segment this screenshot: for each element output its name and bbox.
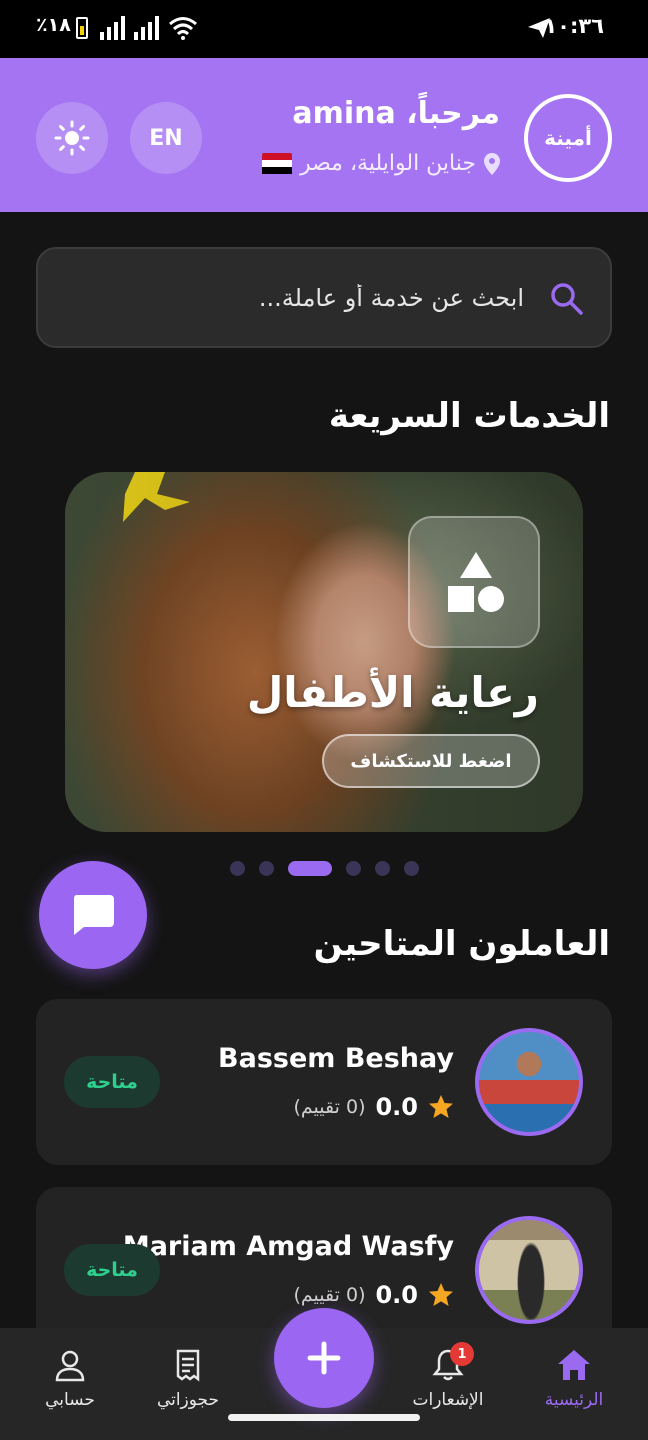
status-badge: متاحة — [64, 1244, 160, 1296]
star-icon — [429, 1283, 453, 1306]
search-input[interactable] — [124, 273, 524, 323]
worker-rating: 0.0 (0 تقييم) — [294, 1281, 455, 1309]
location-pin-icon — [484, 152, 500, 175]
avatar — [475, 1216, 583, 1324]
nav-item-home[interactable]: الرئيسية — [514, 1348, 634, 1428]
status-time: ١٠:٣٦ — [544, 14, 604, 38]
location-text: جناين الوايلية، مصر — [299, 151, 476, 176]
home-indicator — [228, 1414, 420, 1421]
explore-button[interactable]: اضغط للاستكشاف — [322, 734, 540, 788]
signal-icon — [100, 16, 125, 40]
available-workers-title: العاملون المتاحين — [313, 924, 610, 964]
sun-icon — [54, 120, 90, 156]
worker-name: Mariam Amgad Wasfy — [122, 1231, 454, 1262]
service-carousel-slide[interactable]: رعاية الأطفال اضغط للاستكشاف — [65, 472, 583, 832]
battery-icon — [76, 17, 88, 39]
nav-label: الرئيسية — [544, 1390, 604, 1410]
app-logo: أمينة — [524, 94, 612, 182]
language-toggle-button[interactable]: EN — [130, 102, 202, 174]
worker-rating: 0.0 (0 تقييم) — [294, 1093, 455, 1121]
quick-services-title: الخدمات السريعة — [328, 396, 610, 436]
service-title: رعاية الأطفال — [246, 668, 539, 717]
rating-value: 0.0 — [375, 1093, 418, 1121]
worker-card[interactable]: Bassem Beshay 0.0 (0 تقييم) متاحة — [36, 999, 612, 1165]
chat-button[interactable] — [39, 861, 147, 969]
search-icon[interactable] — [550, 282, 584, 316]
nav-item-account[interactable]: حسابي — [10, 1348, 130, 1428]
user-icon — [55, 1350, 85, 1382]
carousel-dot[interactable] — [230, 860, 245, 876]
rating-value: 0.0 — [375, 1281, 418, 1309]
rating-count: (0 تقييم) — [293, 1284, 366, 1306]
search-bar[interactable] — [36, 247, 612, 348]
greeting-text: مرحباً، amina — [292, 96, 500, 131]
carousel-dot[interactable] — [375, 860, 390, 876]
signal-icon — [134, 16, 159, 40]
egypt-flag-icon — [261, 152, 292, 175]
nav-label: حسابي — [45, 1390, 95, 1410]
home-icon — [558, 1350, 590, 1380]
nav-label: الإشعارات — [412, 1390, 484, 1410]
chat-icon — [73, 895, 114, 935]
shapes-icon — [448, 552, 504, 612]
rating-count: (0 تقييم) — [293, 1096, 366, 1118]
nav-label: حجوزاتي — [156, 1390, 220, 1410]
battery-percentage: ٪١٨ — [36, 14, 71, 36]
notification-badge: 1 — [450, 1342, 474, 1366]
service-icon-box — [408, 516, 540, 648]
receipt-icon — [176, 1349, 200, 1382]
carousel-pagination — [230, 860, 419, 876]
carousel-dot[interactable] — [259, 860, 274, 876]
avatar — [475, 1028, 583, 1136]
add-button[interactable] — [274, 1308, 374, 1408]
status-bar: ٪١٨ ١٠:٣٦ — [0, 0, 648, 58]
carousel-dot[interactable] — [346, 860, 361, 876]
app-header: أمينة مرحباً، amina جناين الوايلية، مصر … — [0, 58, 648, 212]
carousel-dot[interactable] — [404, 860, 419, 876]
theme-toggle-button[interactable] — [36, 102, 108, 174]
wifi-icon — [169, 17, 197, 40]
worker-name: Bassem Beshay — [218, 1043, 454, 1074]
carousel-dot-active[interactable] — [288, 860, 332, 876]
plus-icon — [307, 1341, 341, 1375]
user-location[interactable]: جناين الوايلية، مصر — [261, 151, 500, 176]
status-badge: متاحة — [64, 1056, 160, 1108]
star-icon — [429, 1095, 453, 1118]
